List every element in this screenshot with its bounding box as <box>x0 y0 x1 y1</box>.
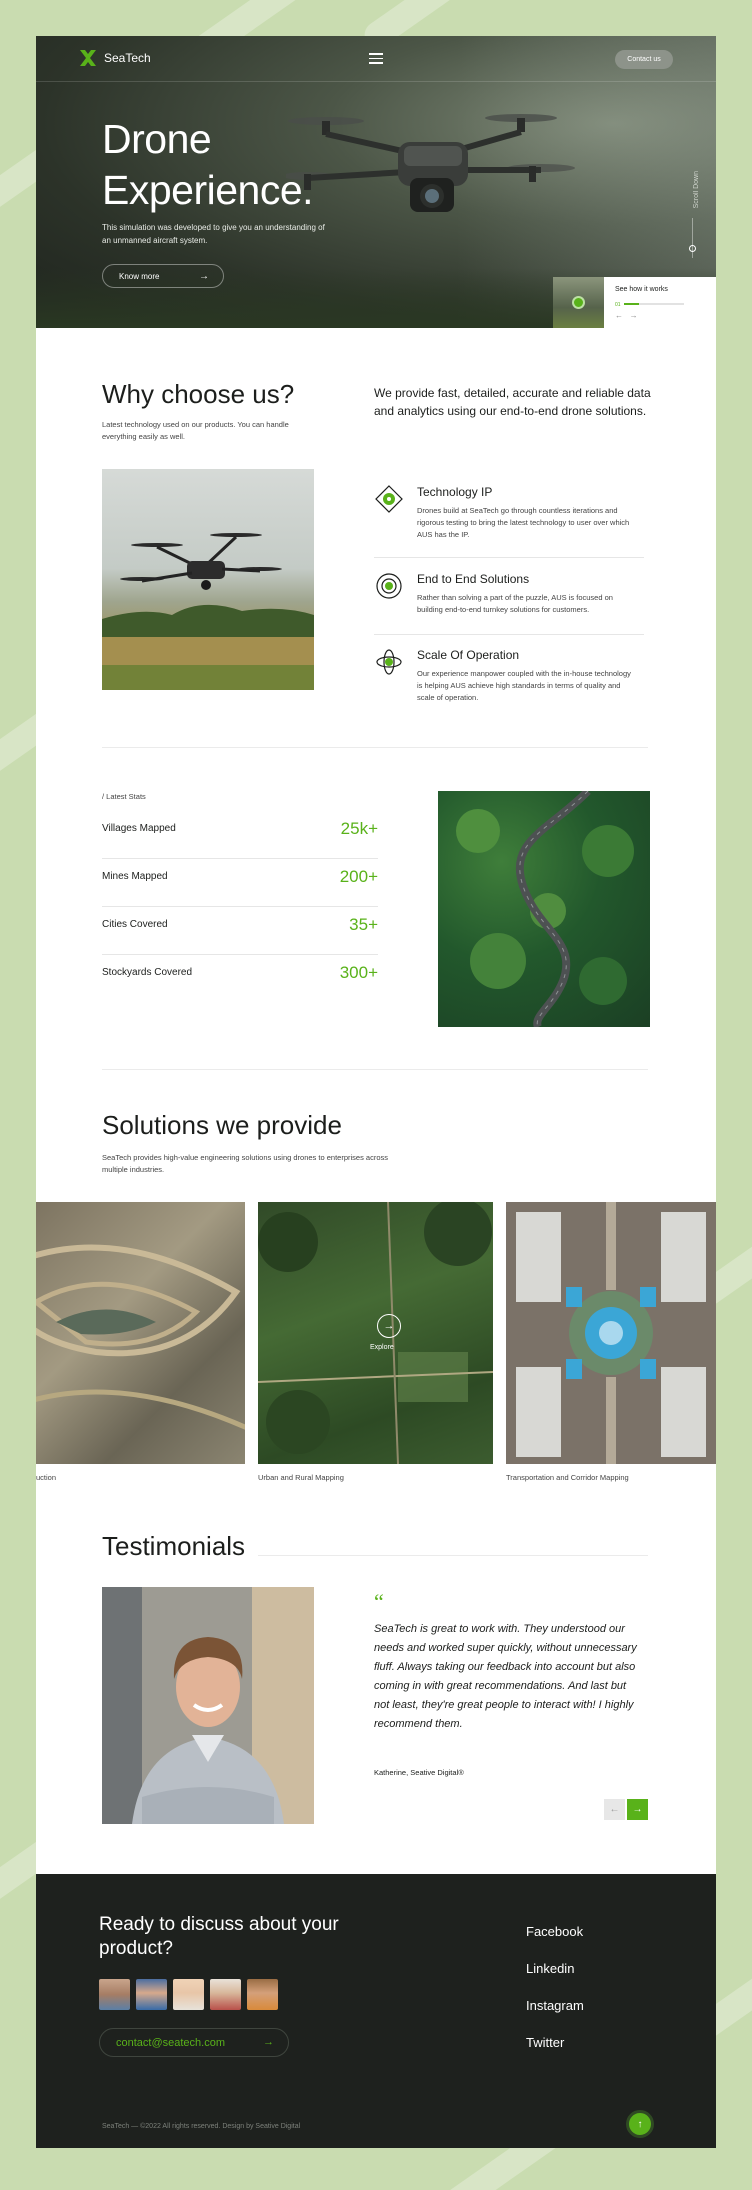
arrow-right-icon: → <box>263 2036 274 2048</box>
know-more-button[interactable]: Know more → <box>102 264 224 288</box>
testimonial-photo <box>102 1587 314 1824</box>
feature-title: Technology IP <box>417 485 493 499</box>
video-thumbnail[interactable] <box>553 277 604 328</box>
brand-logo[interactable]: SeaTech <box>78 48 151 68</box>
explore-button[interactable]: → <box>377 1314 401 1338</box>
scale-icon <box>376 649 402 675</box>
hero-description: This simulation was developed to give yo… <box>102 223 325 245</box>
mining-scene <box>36 1244 245 1430</box>
divider <box>374 557 644 558</box>
why-lead-text: We provide fast, detailed, accurate and … <box>374 386 651 418</box>
page: SeaTech Contact us Drone Experience. Thi… <box>36 36 716 2148</box>
heading-line <box>258 1555 648 1556</box>
hero-title: Drone Experience. <box>102 114 314 216</box>
email-label: contact@seatech.com <box>116 2036 225 2049</box>
stat-row: Stockyards Covered 300+ <box>102 955 378 1003</box>
social-link-facebook[interactable]: Facebook <box>526 1924 583 1939</box>
logo-icon <box>80 50 96 66</box>
avatar <box>247 1979 278 2010</box>
hero-title-line1: Drone <box>102 116 212 162</box>
stat-value: 25k+ <box>340 819 378 838</box>
quote-icon: “ <box>374 1589 384 1614</box>
how-it-works-title: See how it works <box>615 286 668 293</box>
stat-name: Villages Mapped <box>102 823 176 834</box>
avatar <box>136 1979 167 2010</box>
email-button[interactable]: contact@seatech.com → <box>99 2028 289 2057</box>
aerial-road-photo <box>438 791 650 1027</box>
person-portrait <box>102 1587 314 1824</box>
solution-card-transportation[interactable] <box>506 1202 716 1464</box>
menu-icon[interactable] <box>369 53 383 64</box>
stat-name: Stockyards Covered <box>102 967 193 978</box>
stat-row: Cities Covered 35+ <box>102 907 378 955</box>
contact-button[interactable]: Contact us <box>615 50 673 69</box>
feature-title: Scale Of Operation <box>417 648 520 662</box>
why-heading: Why choose us? <box>102 379 295 409</box>
solution-caption[interactable]: uction <box>36 1473 56 1482</box>
feature-text: Rather than solving a part of the puzzle… <box>417 593 613 614</box>
drone-photo <box>102 469 314 690</box>
stat-value: 200+ <box>339 867 378 886</box>
solutions-subtext: SeaTech provides high-value engineering … <box>102 1153 389 1174</box>
solution-caption[interactable]: Urban and Rural Mapping <box>258 1473 344 1482</box>
team-avatars <box>99 1979 278 2010</box>
stat-row: Mines Mapped 200+ <box>102 859 378 907</box>
scroll-line <box>692 218 693 258</box>
rural-scene <box>258 1202 493 1464</box>
stat-value: 300+ <box>339 963 378 982</box>
avatar <box>99 1979 130 2010</box>
why-subtext: Latest technology used on our products. … <box>102 420 289 441</box>
feature-title: End to End Solutions <box>417 572 530 586</box>
footer-heading: Ready to discuss about your product? <box>99 1914 339 1959</box>
avatar <box>173 1979 204 2010</box>
how-it-works-card[interactable]: See how it works 01 ← → <box>553 277 716 328</box>
scroll-down-label[interactable]: Scroll Down <box>693 171 700 208</box>
play-icon[interactable] <box>572 296 585 309</box>
progress-bar <box>624 303 684 305</box>
divider <box>374 634 644 635</box>
solution-card-urban-rural[interactable]: → Explore <box>258 1202 493 1464</box>
testimonial-author: Katherine, Seative Digital® <box>374 1768 464 1777</box>
top-navigation: SeaTech Contact us <box>36 36 716 82</box>
feature-text: Drones build at SeaTech go through count… <box>417 506 630 539</box>
feature-text: Our experience manpower coupled with the… <box>417 669 631 702</box>
hero-section: SeaTech Contact us Drone Experience. Thi… <box>36 36 716 328</box>
stat-name: Cities Covered <box>102 919 168 930</box>
city-scene <box>506 1202 716 1464</box>
section-divider <box>102 747 648 748</box>
road-scene <box>456 791 634 1027</box>
arrow-right-icon[interactable]: → <box>627 1799 648 1820</box>
copyright: SeaTech — ©2022 All rights reserved. Des… <box>102 2123 301 2130</box>
brand-name: SeaTech <box>104 51 151 65</box>
section-divider <box>102 1069 648 1070</box>
footer: Ready to discuss about your product? con… <box>36 1874 716 2148</box>
scroll-indicator[interactable] <box>689 245 696 252</box>
stat-row: Villages Mapped 25k+ <box>102 811 378 859</box>
stat-name: Mines Mapped <box>102 871 168 882</box>
solution-card-mining[interactable] <box>36 1202 245 1464</box>
social-link-instagram[interactable]: Instagram <box>526 1998 584 2013</box>
social-link-linkedin[interactable]: Linkedin <box>526 1961 574 1976</box>
arrow-up-icon[interactable]: ↑ <box>626 2110 654 2138</box>
solution-caption[interactable]: Transportation and Corridor Mapping <box>506 1473 629 1482</box>
solutions-icon <box>376 573 402 599</box>
progress-label: 01 <box>615 302 621 308</box>
solutions-heading: Solutions we provide <box>102 1110 342 1140</box>
testimonial-quote: SeaTech is great to work with. They unde… <box>374 1623 637 1730</box>
arrow-right-icon: → <box>199 271 209 282</box>
progress-fill <box>624 303 639 305</box>
slide-arrows[interactable]: ← → <box>615 311 638 320</box>
explore-label[interactable]: Explore <box>370 1344 394 1351</box>
drone-illustration <box>286 114 575 212</box>
know-more-label: Know more <box>119 271 160 281</box>
testimonials-heading: Testimonials <box>102 1531 246 1561</box>
technology-icon <box>375 485 403 513</box>
arrow-left-icon[interactable]: ← <box>604 1799 625 1820</box>
drone-photo-scene <box>102 533 314 690</box>
stat-value: 35+ <box>349 915 378 934</box>
stats-label: / Latest Stats <box>102 792 146 801</box>
avatar <box>210 1979 241 2010</box>
social-link-twitter[interactable]: Twitter <box>526 2035 564 2050</box>
hero-title-line2: Experience. <box>102 167 314 213</box>
